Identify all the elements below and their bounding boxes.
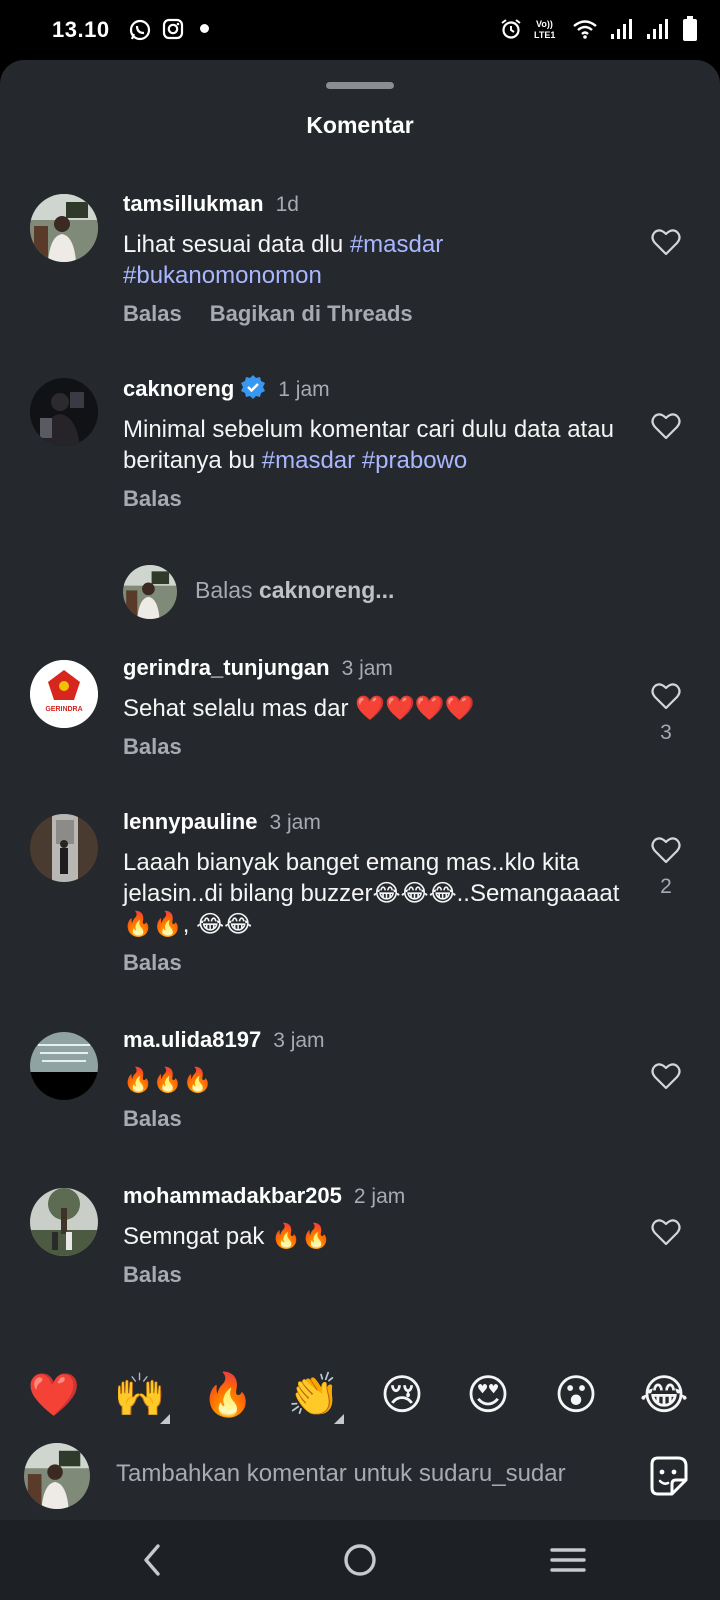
comment-text: Sehat selalu mas dar ❤️❤️❤️❤️ [123, 695, 475, 722]
drag-handle[interactable] [326, 82, 394, 89]
like-button[interactable] [650, 412, 682, 445]
comment-text: Laaah bianyak banget emang mas..klo kita… [123, 849, 620, 938]
comment-time: 1d [275, 193, 299, 216]
avatar [24, 1443, 90, 1509]
comment-text: Minimal sebelum komentar cari dulu data … [123, 416, 614, 474]
comment-text: Lihat sesuai data dlu #masdar #bukanomono… [123, 231, 444, 289]
comment-username[interactable]: tamsillukman [123, 191, 264, 216]
like-button[interactable]: 2 [650, 836, 682, 899]
like-button[interactable] [650, 1062, 682, 1095]
hashtag-link[interactable]: #masdar [262, 447, 355, 474]
comment-time: 3 jam [273, 1029, 325, 1052]
like-count: 3 [660, 721, 672, 744]
heart-icon [651, 683, 681, 710]
emoji-fire[interactable]: 🔥 [200, 1370, 256, 1420]
volte-icon: Vo)) LTE1 [534, 19, 555, 40]
comment-text: 🔥🔥🔥 [123, 1067, 213, 1094]
instagram-icon [162, 18, 184, 40]
reply-placeholder[interactable]: Balas caknoreng... [195, 577, 394, 604]
comment-time: 3 jam [269, 811, 321, 834]
comment-time: 2 jam [353, 1185, 406, 1208]
hashtag-link[interactable]: #prabowo [362, 447, 467, 474]
whatsapp-icon [129, 19, 151, 41]
comment-time: 3 jam [341, 657, 393, 680]
emoji-raising-hands[interactable]: 🙌 [112, 1370, 170, 1424]
emoji-heart-eyes[interactable]: 😍 [460, 1370, 516, 1420]
comment-username[interactable]: lennypauline [123, 809, 257, 834]
avatar[interactable] [30, 194, 98, 262]
emoji-surprised[interactable]: 😮 [548, 1370, 604, 1420]
comment-text: Semngat pak 🔥🔥 [123, 1223, 331, 1250]
heart-icon [651, 1219, 681, 1246]
sticker-icon[interactable] [646, 1454, 690, 1498]
emoji-crying[interactable]: 😢 [374, 1370, 430, 1420]
avatar[interactable]: GERINDRA [30, 660, 98, 728]
wifi-icon [573, 20, 597, 39]
status-bar: 13.10 Vo)) LTE1 [0, 0, 720, 60]
comment-composer: Tambahkan komentar untuk sudaru_sudar [0, 1430, 720, 1520]
reply-button[interactable]: Balas [123, 734, 182, 759]
like-button[interactable] [650, 1218, 682, 1251]
like-button[interactable] [650, 228, 682, 261]
avatar[interactable] [30, 1188, 98, 1256]
reply-button[interactable]: Balas [123, 486, 182, 511]
heart-icon [651, 413, 681, 440]
heart-icon [651, 1063, 681, 1090]
share-threads-button[interactable]: Bagikan di Threads [210, 301, 413, 326]
hashtag-link[interactable]: #masdar [350, 231, 443, 258]
comment-time: 1 jam [278, 378, 330, 401]
heart-icon [651, 229, 681, 256]
back-icon[interactable] [138, 1540, 166, 1580]
emoji-clap[interactable]: 👏 [286, 1370, 344, 1424]
quick-emoji-bar: ❤️ 🙌 🔥 👏 😢 😍 😮 😂 [0, 1360, 720, 1440]
comment-input[interactable]: Tambahkan komentar untuk sudaru_sudar [116, 1460, 566, 1488]
svg-text:LTE1: LTE1 [534, 30, 555, 40]
avatar [123, 565, 177, 619]
svg-text:GERINDRA: GERINDRA [45, 706, 82, 713]
svg-text:Vo)): Vo)) [536, 19, 553, 29]
recents-icon[interactable] [548, 1540, 588, 1580]
emoji-laughing[interactable]: 😂 [636, 1370, 692, 1420]
battery-icon [683, 16, 697, 41]
sheet-title: Komentar [306, 112, 414, 138]
like-count: 2 [660, 875, 672, 898]
reply-button[interactable]: Balas [123, 301, 182, 326]
like-button[interactable]: 3 [650, 682, 682, 745]
reply-button[interactable]: Balas [123, 1106, 182, 1131]
emoji-heart[interactable]: ❤️ [26, 1370, 82, 1420]
status-time: 13.10 [52, 17, 110, 42]
heart-icon [651, 837, 681, 864]
signal-icon-2 [647, 19, 668, 39]
comment-username[interactable]: ma.ulida8197 [123, 1027, 261, 1052]
home-icon[interactable] [340, 1540, 380, 1580]
comment-username[interactable]: caknoreng [123, 376, 234, 401]
avatar[interactable] [30, 814, 98, 882]
verified-icon [241, 375, 266, 399]
signal-icon [611, 19, 632, 39]
reply-button[interactable]: Balas [123, 1262, 182, 1287]
alarm-icon [501, 19, 521, 39]
comment-username[interactable]: mohammadakbar205 [123, 1183, 342, 1208]
reply-button[interactable]: Balas [123, 950, 182, 975]
avatar[interactable] [30, 378, 98, 446]
comment-username[interactable]: gerindra_tunjungan [123, 655, 330, 680]
notification-dot [200, 24, 209, 33]
navigation-bar [0, 1520, 720, 1600]
avatar[interactable] [30, 1032, 98, 1100]
comments-sheet: Komentar tamsillukman 1d Lihat sesuai dat… [0, 60, 720, 1520]
hashtag-link[interactable]: #bukanomonomon [123, 262, 322, 289]
